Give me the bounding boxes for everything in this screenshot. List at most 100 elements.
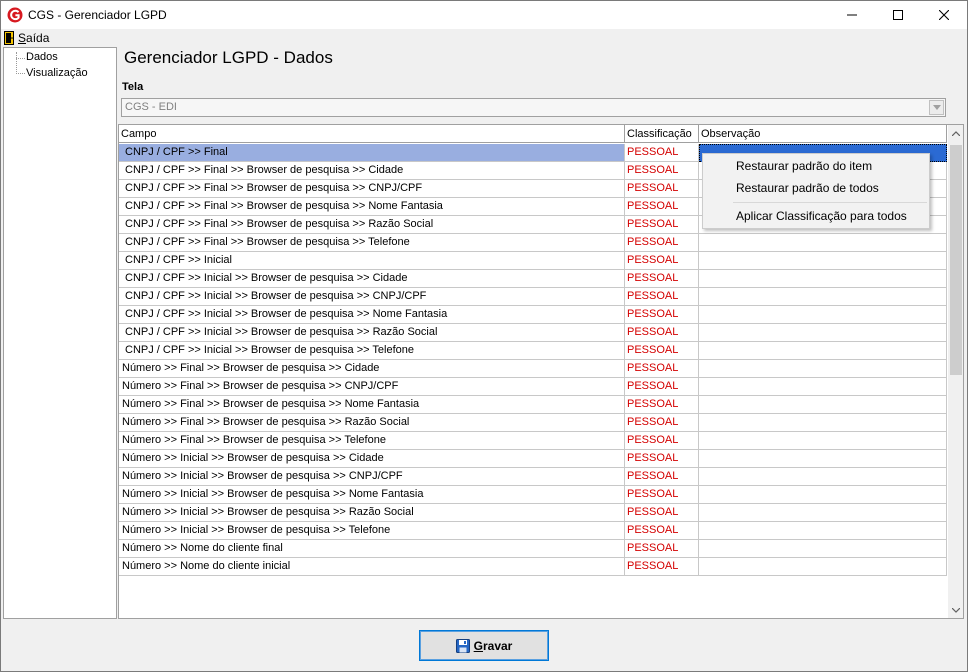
cell-observacao[interactable]: [699, 558, 947, 576]
scrollbar-thumb[interactable]: [950, 145, 962, 375]
cell-classificacao[interactable]: PESSOAL: [625, 342, 699, 360]
table-row[interactable]: Número >> Inicial >> Browser de pesquisa…: [119, 504, 947, 522]
table-row[interactable]: CNPJ / CPF >> Inicial >> Browser de pesq…: [119, 324, 947, 342]
cell-observacao[interactable]: [699, 414, 947, 432]
cell-observacao[interactable]: [699, 504, 947, 522]
table-row[interactable]: Número >> Final >> Browser de pesquisa >…: [119, 360, 947, 378]
cell-classificacao[interactable]: PESSOAL: [625, 216, 699, 234]
table-row[interactable]: CNPJ / CPF >> Inicial >> Browser de pesq…: [119, 270, 947, 288]
cell-observacao[interactable]: [699, 360, 947, 378]
cell-classificacao[interactable]: PESSOAL: [625, 396, 699, 414]
table-row[interactable]: Número >> Final >> Browser de pesquisa >…: [119, 396, 947, 414]
cell-campo[interactable]: Número >> Final >> Browser de pesquisa >…: [119, 396, 625, 414]
cell-observacao[interactable]: [699, 342, 947, 360]
scroll-up-button[interactable]: [948, 125, 963, 141]
cell-campo[interactable]: CNPJ / CPF >> Final >> Browser de pesqui…: [119, 198, 625, 216]
cell-classificacao[interactable]: PESSOAL: [625, 252, 699, 270]
cell-classificacao[interactable]: PESSOAL: [625, 414, 699, 432]
cell-observacao[interactable]: [699, 432, 947, 450]
cell-campo[interactable]: CNPJ / CPF >> Final >> Browser de pesqui…: [119, 180, 625, 198]
cell-campo[interactable]: CNPJ / CPF >> Inicial >> Browser de pesq…: [119, 342, 625, 360]
cell-classificacao[interactable]: PESSOAL: [625, 468, 699, 486]
table-row[interactable]: Número >> Nome do cliente final PESSOAL: [119, 540, 947, 558]
table-row[interactable]: Número >> Inicial >> Browser de pesquisa…: [119, 468, 947, 486]
column-header-classificacao[interactable]: Classificação: [625, 125, 699, 143]
table-row[interactable]: CNPJ / CPF >> Final >> Browser de pesqui…: [119, 234, 947, 252]
column-header-observacao[interactable]: Observação: [699, 125, 947, 143]
cell-observacao[interactable]: [699, 306, 947, 324]
cell-observacao[interactable]: [699, 234, 947, 252]
cell-campo[interactable]: CNPJ / CPF >> Inicial: [119, 252, 625, 270]
column-header-campo[interactable]: Campo: [119, 125, 625, 143]
cell-observacao[interactable]: [699, 252, 947, 270]
cell-campo[interactable]: CNPJ / CPF >> Final >> Browser de pesqui…: [119, 162, 625, 180]
cell-campo[interactable]: CNPJ / CPF >> Inicial >> Browser de pesq…: [119, 288, 625, 306]
maximize-button[interactable]: [875, 1, 921, 29]
cell-classificacao[interactable]: PESSOAL: [625, 450, 699, 468]
cell-campo[interactable]: Número >> Inicial >> Browser de pesquisa…: [119, 486, 625, 504]
table-row[interactable]: CNPJ / CPF >> Inicial >> Browser de pesq…: [119, 306, 947, 324]
cell-classificacao[interactable]: PESSOAL: [625, 324, 699, 342]
cell-campo[interactable]: CNPJ / CPF >> Inicial >> Browser de pesq…: [119, 270, 625, 288]
table-row[interactable]: Número >> Final >> Browser de pesquisa >…: [119, 432, 947, 450]
title-bar[interactable]: CGS - Gerenciador LGPD: [1, 1, 967, 29]
cell-classificacao[interactable]: PESSOAL: [625, 360, 699, 378]
table-row[interactable]: Número >> Nome do cliente inicial PESSOAL: [119, 558, 947, 576]
cell-classificacao[interactable]: PESSOAL: [625, 378, 699, 396]
cell-observacao[interactable]: [699, 522, 947, 540]
cell-observacao[interactable]: [699, 378, 947, 396]
cell-classificacao[interactable]: PESSOAL: [625, 180, 699, 198]
cell-classificacao[interactable]: PESSOAL: [625, 234, 699, 252]
cell-campo[interactable]: CNPJ / CPF >> Final: [119, 144, 625, 162]
cell-campo[interactable]: Número >> Final >> Browser de pesquisa >…: [119, 378, 625, 396]
cell-campo[interactable]: Número >> Nome do cliente inicial: [119, 558, 625, 576]
cell-observacao[interactable]: [699, 468, 947, 486]
cell-classificacao[interactable]: PESSOAL: [625, 540, 699, 558]
cell-classificacao[interactable]: PESSOAL: [625, 486, 699, 504]
cell-campo[interactable]: CNPJ / CPF >> Inicial >> Browser de pesq…: [119, 306, 625, 324]
cell-classificacao[interactable]: PESSOAL: [625, 162, 699, 180]
cell-campo[interactable]: Número >> Final >> Browser de pesquisa >…: [119, 432, 625, 450]
cell-campo[interactable]: Número >> Inicial >> Browser de pesquisa…: [119, 504, 625, 522]
cell-classificacao[interactable]: PESSOAL: [625, 432, 699, 450]
cell-classificacao[interactable]: PESSOAL: [625, 198, 699, 216]
cell-observacao[interactable]: [699, 324, 947, 342]
cell-observacao[interactable]: [699, 288, 947, 306]
cell-classificacao[interactable]: PESSOAL: [625, 144, 699, 162]
tree-item-visualizacao[interactable]: Visualização: [4, 66, 114, 82]
tela-select[interactable]: CGS - EDI: [121, 98, 946, 117]
cell-campo[interactable]: Número >> Inicial >> Browser de pesquisa…: [119, 468, 625, 486]
context-menu-item-restaurar-item[interactable]: Restaurar padrão do item: [736, 159, 872, 173]
table-row[interactable]: Número >> Final >> Browser de pesquisa >…: [119, 414, 947, 432]
cell-observacao[interactable]: [699, 396, 947, 414]
cell-classificacao[interactable]: PESSOAL: [625, 306, 699, 324]
table-row[interactable]: Número >> Inicial >> Browser de pesquisa…: [119, 450, 947, 468]
tree-item-dados[interactable]: Dados: [4, 50, 114, 66]
tela-select-dropdown-button[interactable]: [929, 100, 944, 115]
cell-classificacao[interactable]: PESSOAL: [625, 270, 699, 288]
cell-campo[interactable]: CNPJ / CPF >> Final >> Browser de pesqui…: [119, 216, 625, 234]
vertical-scrollbar[interactable]: [948, 125, 963, 618]
cell-observacao[interactable]: [699, 270, 947, 288]
cell-observacao[interactable]: [699, 450, 947, 468]
cell-campo[interactable]: Número >> Inicial >> Browser de pesquisa…: [119, 450, 625, 468]
table-row[interactable]: Número >> Inicial >> Browser de pesquisa…: [119, 522, 947, 540]
cell-classificacao[interactable]: PESSOAL: [625, 522, 699, 540]
cell-campo[interactable]: CNPJ / CPF >> Final >> Browser de pesqui…: [119, 234, 625, 252]
table-row[interactable]: CNPJ / CPF >> Inicial PESSOAL: [119, 252, 947, 270]
cell-classificacao[interactable]: PESSOAL: [625, 288, 699, 306]
cell-observacao[interactable]: [699, 486, 947, 504]
context-menu-item-restaurar-todos[interactable]: Restaurar padrão de todos: [736, 181, 879, 195]
save-button[interactable]: Gravar: [419, 630, 549, 661]
cell-campo[interactable]: Número >> Nome do cliente final: [119, 540, 625, 558]
close-button[interactable]: [921, 1, 967, 29]
minimize-button[interactable]: [829, 1, 875, 29]
table-row[interactable]: CNPJ / CPF >> Inicial >> Browser de pesq…: [119, 288, 947, 306]
cell-campo[interactable]: Número >> Final >> Browser de pesquisa >…: [119, 414, 625, 432]
scroll-down-button[interactable]: [948, 602, 963, 618]
table-row[interactable]: Número >> Final >> Browser de pesquisa >…: [119, 378, 947, 396]
cell-campo[interactable]: Número >> Final >> Browser de pesquisa >…: [119, 360, 625, 378]
table-row[interactable]: CNPJ / CPF >> Inicial >> Browser de pesq…: [119, 342, 947, 360]
cell-campo[interactable]: CNPJ / CPF >> Inicial >> Browser de pesq…: [119, 324, 625, 342]
cell-classificacao[interactable]: PESSOAL: [625, 558, 699, 576]
